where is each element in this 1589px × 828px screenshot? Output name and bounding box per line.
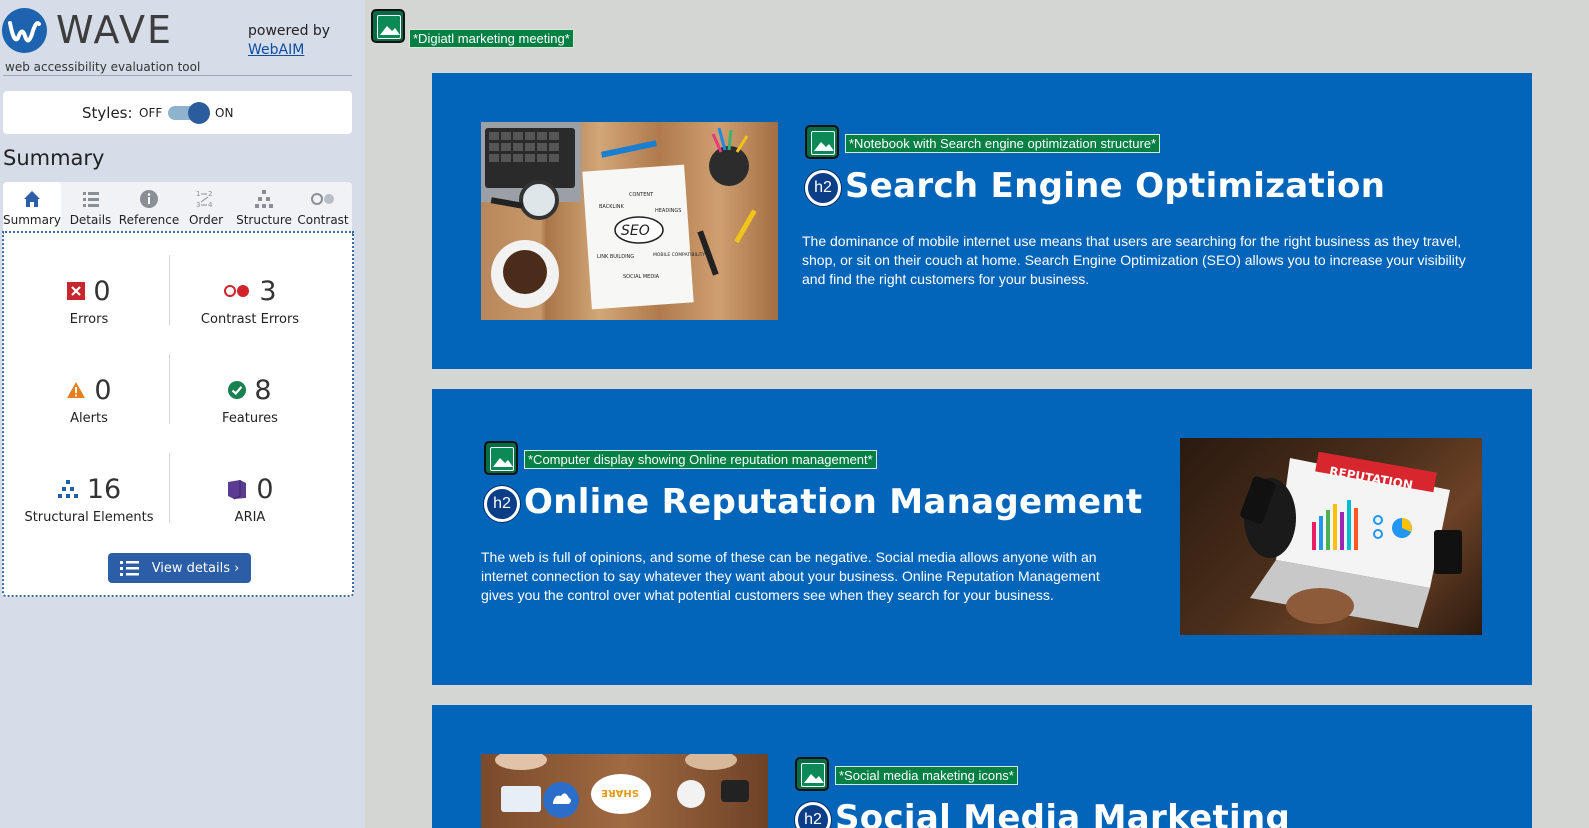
wave-image-icon[interactable]: [805, 125, 839, 159]
wave-tagline: web accessibility evaluation tool: [5, 60, 201, 74]
seo-notebook-photo: SEO CONTENT BACKLINK HEADINGS LINK BUILD…: [481, 122, 778, 320]
contrast-error-icon: [224, 285, 250, 297]
home-icon: [24, 191, 40, 207]
h2-badge: h2: [484, 486, 520, 522]
wave-title: WAVE: [56, 8, 174, 52]
tab-label: Contrast: [297, 213, 349, 227]
svg-text:4: 4: [208, 201, 213, 209]
powered-by-text: powered by: [248, 23, 331, 39]
alt-text-tag: *Digiatl marketing meeting*: [409, 29, 574, 48]
tab-reference[interactable]: Reference: [118, 182, 180, 232]
image-text-share: SHARE: [601, 787, 639, 798]
error-icon: [67, 282, 86, 300]
image-text-headings: HEADINGS: [655, 208, 681, 214]
wave-logo-icon: [2, 8, 47, 53]
feature-icon: [228, 381, 247, 399]
tab-contrast[interactable]: Contrast: [295, 182, 351, 232]
styles-off-label: OFF: [139, 106, 163, 120]
styles-toggle[interactable]: [168, 102, 210, 124]
aria-icon: [228, 480, 247, 500]
tab-order[interactable]: 1234 Order: [183, 182, 229, 232]
view-details-button[interactable]: View details ›: [108, 553, 251, 583]
aria-count: 0: [256, 473, 274, 505]
divider: [3, 75, 352, 76]
features-count: 8: [254, 374, 272, 406]
stat-contrast-errors[interactable]: 3 Contrast Errors: [170, 275, 330, 328]
stat-structural[interactable]: 16 Structural Elements: [9, 473, 169, 526]
image-text-mobile: MOBILE COMPATIBILITY: [653, 252, 705, 258]
svg-text:1: 1: [196, 190, 200, 198]
page-content: *Digiatl marketing meeting* SEO CONTENT: [365, 0, 1589, 828]
structure-icon: [57, 480, 78, 498]
list-icon: [119, 561, 139, 576]
image-text-content: CONTENT: [629, 192, 654, 198]
seo-body: The dominance of mobile internet use mea…: [802, 233, 1466, 287]
summary-panel: 0 Errors 3 Contrast Errors 0 Alerts 8 Fe…: [2, 231, 354, 597]
summary-title: Summary: [3, 146, 105, 170]
contrast-icon: [311, 193, 334, 205]
h2-badge: h2: [805, 170, 841, 206]
alerts-label: Alerts: [70, 411, 108, 426]
svg-text:2: 2: [208, 190, 212, 198]
stat-aria[interactable]: 0 ARIA: [170, 473, 330, 525]
tab-label: Reference: [118, 213, 180, 227]
wave-image-icon[interactable]: [795, 757, 829, 791]
contrast-errors-count: 3: [259, 275, 277, 307]
webaim-link[interactable]: WebAIM: [248, 41, 330, 60]
reputation-laptop-photo: REPUTATION: [1180, 438, 1482, 635]
errors-label: Errors: [69, 312, 109, 327]
tab-label: Details: [69, 213, 112, 227]
stat-errors[interactable]: 0 Errors: [9, 275, 169, 327]
contrast-errors-label: Contrast Errors: [200, 312, 300, 327]
tab-summary[interactable]: Summary: [3, 182, 61, 232]
reputation-heading: Online Reputation Management: [524, 482, 1143, 522]
svg-text:3: 3: [196, 201, 200, 209]
wave-image-icon[interactable]: [484, 441, 518, 475]
structure-icon: [255, 190, 273, 208]
reputation-section: *Computer display showing Online reputat…: [432, 389, 1532, 685]
tab-label: Order: [188, 213, 224, 227]
stat-alerts[interactable]: 0 Alerts: [9, 374, 169, 426]
alert-icon: [67, 382, 86, 398]
tab-details[interactable]: Details: [63, 182, 118, 232]
order-icon: 1 23 4: [196, 190, 213, 209]
toggle-knob: [188, 102, 210, 124]
panel-tabs: Summary Details Reference 1234 Order Str…: [3, 182, 352, 232]
stat-features[interactable]: 8 Features: [170, 374, 330, 427]
styles-toggle-box: Styles: OFF ON: [3, 91, 352, 134]
aria-label: ARIA: [234, 510, 266, 525]
alt-text-tag: *Computer display showing Online reputat…: [524, 450, 877, 469]
image-text-link-building: LINK BUILDING: [597, 254, 634, 260]
wave-image-icon[interactable]: [371, 9, 405, 43]
wave-sidebar: WAVE web accessibility evaluation tool p…: [0, 0, 365, 828]
alt-text-tag: *Social media maketing icons*: [835, 766, 1018, 785]
social-media-photo: SHARE: [481, 754, 768, 828]
social-heading: Social Media Marketing: [835, 798, 1291, 828]
alt-text-tag: *Notebook with Search engine optimizatio…: [845, 134, 1161, 153]
styles-on-label: ON: [215, 106, 234, 120]
reputation-body: The web is full of opinions, and some of…: [481, 549, 1100, 603]
tab-label: Structure: [236, 213, 292, 227]
image-text-social: SOCIAL MEDIA: [623, 274, 660, 280]
view-details-label: View details ›: [151, 560, 240, 576]
errors-count: 0: [93, 275, 111, 307]
tab-label: Summary: [3, 213, 61, 227]
image-text-backlink: BACKLINK: [599, 204, 625, 210]
features-label: Features: [222, 411, 278, 426]
alerts-count: 0: [94, 374, 112, 406]
list-icon: [82, 192, 99, 207]
seo-heading: Search Engine Optimization: [845, 166, 1386, 206]
social-section: SHARE *Social media maketing icons* h2 S…: [432, 705, 1532, 828]
structural-count: 16: [86, 473, 122, 505]
powered-by: powered by WebAIM: [248, 22, 330, 60]
seo-image-label: SEO: [621, 223, 650, 239]
info-icon: [140, 190, 158, 208]
h2-badge: h2: [795, 802, 831, 828]
tab-structure[interactable]: Structure: [235, 182, 293, 232]
seo-section: SEO CONTENT BACKLINK HEADINGS LINK BUILD…: [432, 73, 1532, 369]
styles-label: Styles:: [82, 104, 133, 122]
structural-label: Structural Elements: [24, 510, 154, 525]
